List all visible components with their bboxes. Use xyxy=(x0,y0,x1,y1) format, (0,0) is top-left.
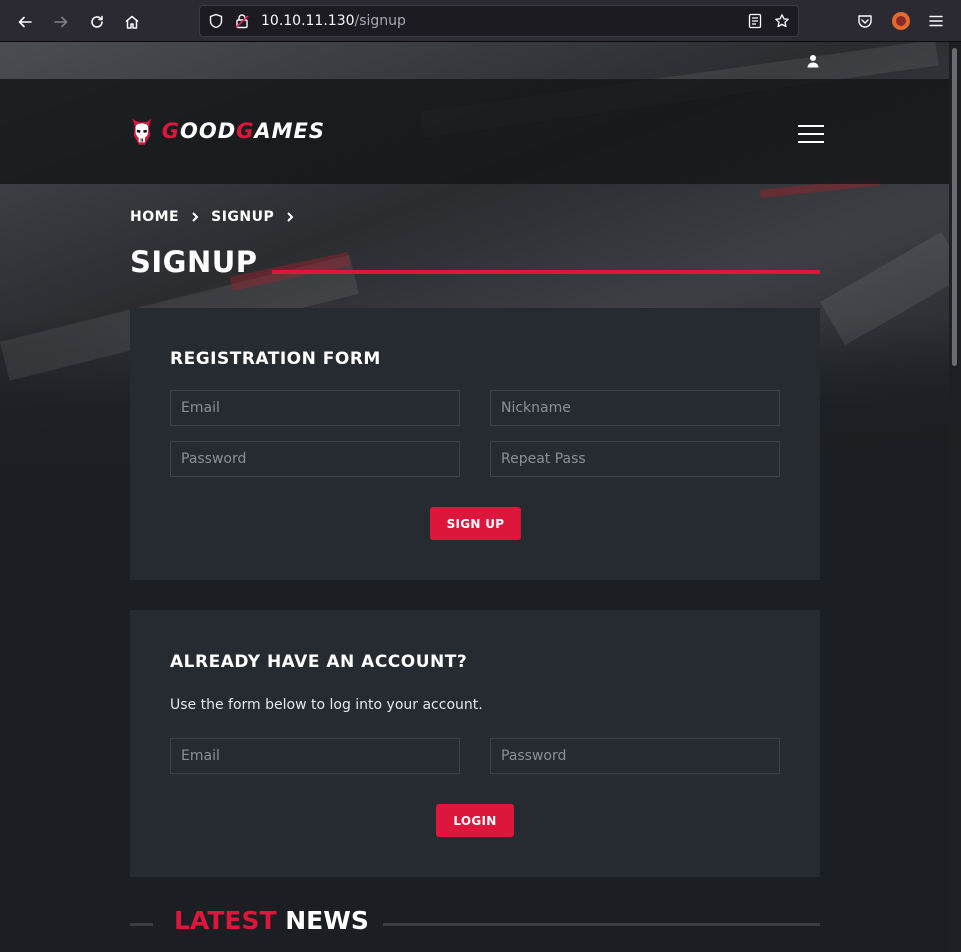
signup-email-field[interactable] xyxy=(170,390,460,426)
login-card: ALREADY HAVE AN ACCOUNT? Use the form be… xyxy=(130,610,820,877)
page-title: SIGNUP xyxy=(130,245,258,279)
hamburger-line xyxy=(798,141,824,143)
page-scrollbar[interactable] xyxy=(949,42,961,952)
login-password-field[interactable] xyxy=(490,738,780,774)
hamburger-line xyxy=(798,133,824,135)
registration-card: REGISTRATION FORM SIGN UP xyxy=(130,308,820,580)
pocket-icon[interactable] xyxy=(857,13,873,29)
url-path: /signup xyxy=(354,13,406,29)
breadcrumb: HOME SIGNUP xyxy=(130,209,306,225)
skull-logo-icon xyxy=(132,118,152,145)
back-button[interactable] xyxy=(12,9,38,35)
arrow-right-icon xyxy=(54,16,68,28)
forward-button[interactable] xyxy=(48,9,74,35)
user-icon[interactable] xyxy=(806,54,820,68)
url-bar[interactable]: 10.10.11.130/signup xyxy=(199,5,799,37)
url-host: 10.10.11.130 xyxy=(261,13,355,29)
news-divider-right xyxy=(383,923,820,926)
news-title-word: NEWS xyxy=(285,906,369,935)
signup-button[interactable]: SIGN UP xyxy=(430,507,521,540)
logo-letter: G xyxy=(236,119,255,143)
login-email-field[interactable] xyxy=(170,738,460,774)
url-text[interactable]: 10.10.11.130/signup xyxy=(261,13,406,29)
site-header: GOODGAMES xyxy=(0,79,949,184)
site-logo[interactable]: GOODGAMES xyxy=(130,107,325,155)
logo-part: AMES xyxy=(254,119,325,143)
reload-icon xyxy=(91,15,103,28)
app-menu-icon[interactable] xyxy=(928,13,944,29)
lock-icon[interactable] xyxy=(234,13,250,29)
logo-part: OOD xyxy=(179,119,237,143)
reload-button[interactable] xyxy=(84,9,110,35)
chevron-right-icon xyxy=(192,212,199,222)
logo-text: GOODGAMES xyxy=(162,119,325,143)
logo-letter: G xyxy=(161,119,180,143)
signup-password-field[interactable] xyxy=(170,441,460,477)
breadcrumb-home[interactable]: HOME xyxy=(130,209,179,225)
latest-news-heading: LATEST NEWS xyxy=(130,904,820,940)
background-streak xyxy=(820,232,949,346)
arrow-left-icon xyxy=(18,16,32,28)
browser-toolbar: 10.10.11.130/signup xyxy=(0,0,961,42)
nav-menu-button[interactable] xyxy=(798,125,824,143)
extension-icon[interactable] xyxy=(892,12,910,30)
home-icon xyxy=(125,15,139,29)
signup-nickname-field[interactable] xyxy=(490,390,780,426)
star-icon[interactable] xyxy=(774,13,790,29)
news-divider-left xyxy=(130,923,153,926)
title-underline xyxy=(272,270,820,274)
signup-repeat-password-field[interactable] xyxy=(490,441,780,477)
chevron-right-icon xyxy=(287,212,294,222)
top-bar xyxy=(0,42,949,79)
home-button[interactable] xyxy=(119,9,145,35)
login-description: Use the form below to log into your acco… xyxy=(170,697,483,713)
hamburger-line xyxy=(798,125,824,127)
reader-view-icon[interactable] xyxy=(747,13,763,29)
news-title-accent: LATEST xyxy=(174,906,277,935)
login-button[interactable]: LOGIN xyxy=(436,804,514,837)
shield-icon[interactable] xyxy=(208,13,224,29)
registration-title: REGISTRATION FORM xyxy=(170,349,381,369)
breadcrumb-signup[interactable]: SIGNUP xyxy=(211,209,274,225)
scrollbar-thumb[interactable] xyxy=(952,48,957,366)
news-title: LATEST NEWS xyxy=(174,906,369,935)
page: GOODGAMES HOME SIGNUP SIGNUP REGISTRATIO… xyxy=(0,42,949,952)
login-title: ALREADY HAVE AN ACCOUNT? xyxy=(170,652,468,672)
